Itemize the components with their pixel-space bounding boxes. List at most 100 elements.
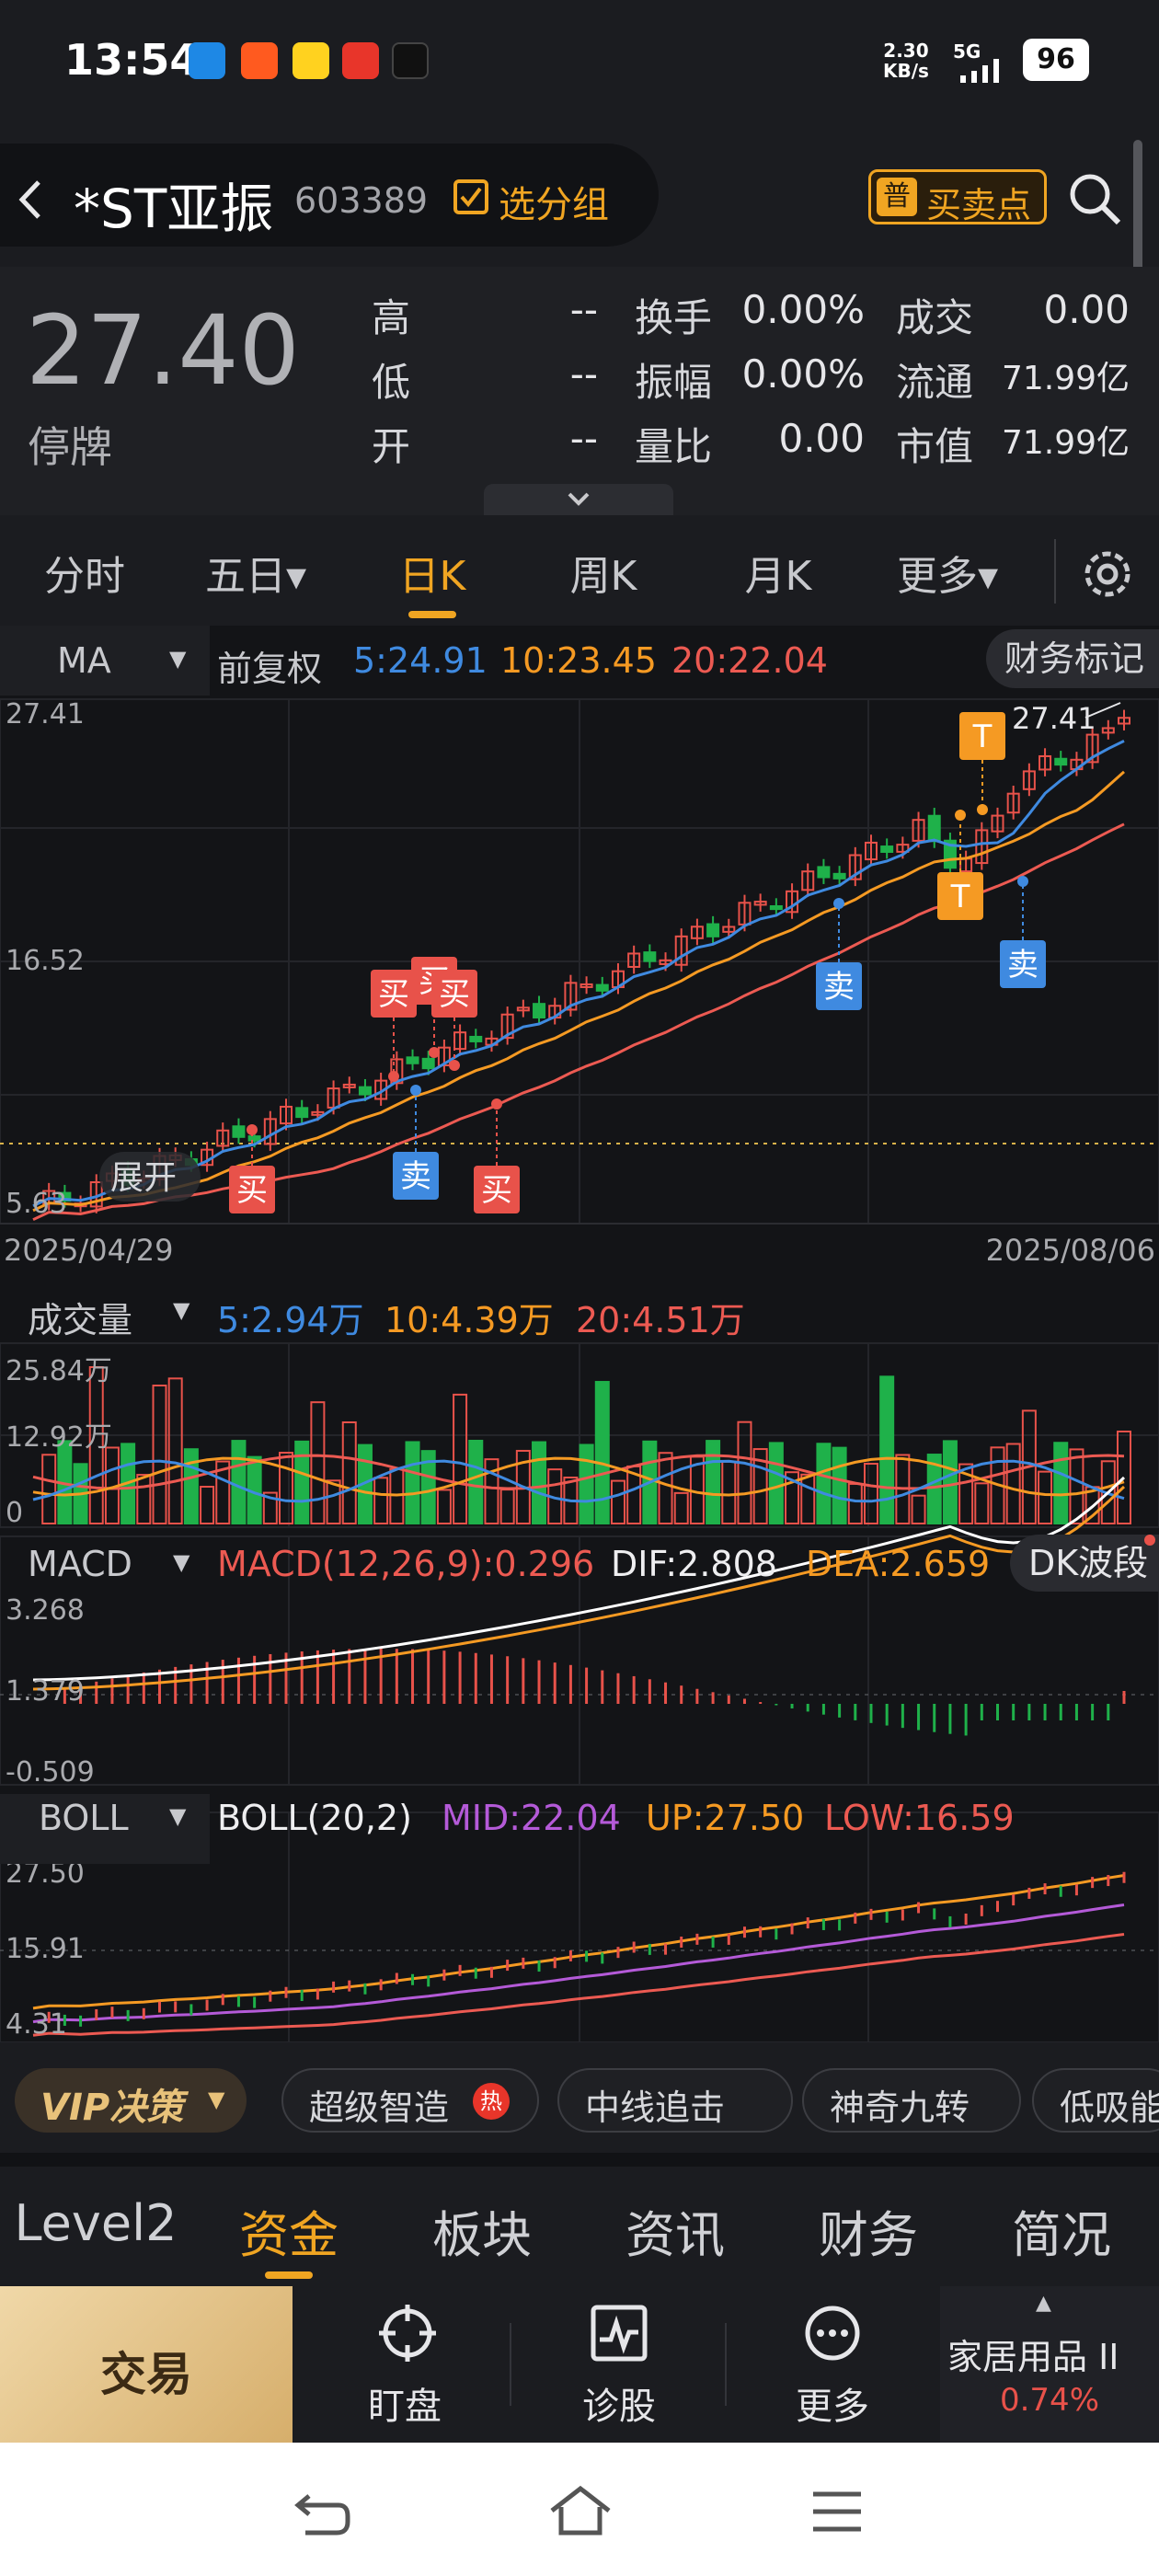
strategy-label: 神奇九转 xyxy=(830,2087,970,2128)
macd-dif: DIF:2.808 xyxy=(611,1544,777,1584)
tab-2[interactable]: 日K xyxy=(350,543,515,602)
candle-body xyxy=(406,1056,419,1064)
volume-bar xyxy=(294,1440,310,1524)
macd-tick: 1.379 xyxy=(6,1675,85,1708)
toutiao-icon xyxy=(342,42,379,79)
back-nav-icon[interactable] xyxy=(293,2490,353,2536)
stock-header: *ST亚振 603389 选分组 普 买卖点 xyxy=(0,129,1159,278)
volume-bar xyxy=(167,1377,183,1524)
stat-value: -- xyxy=(569,287,598,332)
info-tab-1[interactable]: 资金 xyxy=(197,2194,381,2267)
info-tab-5[interactable]: 简况 xyxy=(970,2194,1153,2267)
tab-1[interactable]: 五日▾ xyxy=(173,543,339,602)
candle-body xyxy=(421,1057,435,1070)
volume-bar xyxy=(373,1477,389,1525)
volume-bar xyxy=(499,1489,515,1525)
date-start: 2025/04/29 xyxy=(4,1233,173,1268)
active-tab-indicator xyxy=(265,2271,313,2279)
strategy-pill-3[interactable]: 低吸能手 xyxy=(1032,2068,1159,2133)
diagnose-label: 诊股 xyxy=(582,2386,656,2428)
home-nav-icon[interactable] xyxy=(548,2483,613,2538)
vip-decision-button[interactable]: VIP决策 ▼ xyxy=(15,2068,247,2133)
expand-label: 展开 xyxy=(110,1159,177,1197)
volume-bar xyxy=(847,1482,863,1524)
menu-nav-icon[interactable] xyxy=(811,2489,863,2535)
signal-label: T xyxy=(950,879,970,915)
tab-4[interactable]: 月K xyxy=(695,543,861,602)
net-speed-unit: KB/s xyxy=(883,60,929,82)
more-label: 更多 xyxy=(796,2386,869,2428)
volume-title[interactable]: 成交量 xyxy=(28,1292,132,1342)
crosshair-icon xyxy=(379,2305,436,2362)
buysell-points-button[interactable]: 普 买卖点 xyxy=(868,169,1047,225)
period-tabs: 分时 五日▾ 日K 周K 月K 更多▾ xyxy=(0,515,1159,626)
stock-code: 603389 xyxy=(294,180,429,221)
volume-bar xyxy=(863,1463,878,1525)
buysell-label: 买卖点 xyxy=(926,185,1032,225)
strategy-label: 低吸能手 xyxy=(1060,2087,1159,2128)
strategy-bar: VIP决策 ▼ 超级智造热 中线追击 神奇九转 低吸能手 xyxy=(0,2042,1159,2153)
volume-bar xyxy=(673,1491,689,1525)
quote-panel: 27.40 停牌 高 -- 换手 0.00% 成交 0.00 低 -- 振幅 0.00% 流通 71.… xyxy=(0,267,1159,515)
volume-bar xyxy=(532,1441,547,1525)
sector-name: 家居用品 II xyxy=(947,2337,1119,2377)
volume-bar xyxy=(974,1482,990,1525)
volume-bar xyxy=(1053,1442,1069,1524)
diagnose-button[interactable]: 诊股 xyxy=(524,2286,717,2443)
stat-label: 市值 xyxy=(896,424,974,469)
macd-tick: 3.268 xyxy=(6,1594,85,1627)
divider xyxy=(510,2323,511,2406)
volume-bar xyxy=(231,1440,247,1524)
more-button[interactable]: 更多 xyxy=(736,2286,929,2443)
tab-0[interactable]: 分时 xyxy=(2,543,167,602)
app-notification-icon xyxy=(293,42,329,79)
boll-selector[interactable]: BOLL ▼ xyxy=(0,1794,210,1864)
signal-icon xyxy=(960,59,999,83)
scrollbar[interactable] xyxy=(1133,140,1142,278)
stat-value: 0.00% xyxy=(741,287,865,332)
caret-up-icon: ▲ xyxy=(1036,2292,1051,2315)
sector-button[interactable]: ▲ 家居用品 II 0.74% xyxy=(940,2286,1159,2443)
info-tab-4[interactable]: 财务 xyxy=(776,2194,960,2267)
gear-icon[interactable] xyxy=(1080,546,1135,602)
volume-bar xyxy=(737,1420,752,1525)
strategy-label: 中线追击 xyxy=(585,2087,726,2128)
divider xyxy=(725,2323,727,2406)
dk-band-button[interactable]: DK波段 xyxy=(1010,1535,1159,1592)
chart-area[interactable]: MA ▼ 前复权 5:24.91 10:23.45 20:22.04 财务标记 … xyxy=(0,626,1159,2042)
info-tab-0[interactable]: Level2 xyxy=(4,2194,188,2252)
strategy-pill-2[interactable]: 神奇九转 xyxy=(802,2068,1021,2133)
info-tab-3[interactable]: 资讯 xyxy=(583,2194,767,2267)
status-bar: 13:54 2.30 KB/s 5G 96 xyxy=(0,0,1159,129)
select-group-button[interactable]: 选分组 xyxy=(499,175,609,228)
candle-body xyxy=(295,1107,309,1119)
watch-button[interactable]: 盯盘 xyxy=(313,2286,506,2443)
stat-label: 低 xyxy=(372,360,411,405)
macd-title[interactable]: MACD xyxy=(28,1544,132,1584)
stat-label: 流通 xyxy=(896,360,974,405)
sector-change: 0.74% xyxy=(999,2382,1099,2419)
volume-bar xyxy=(832,1446,847,1524)
price-tick: 5.63 xyxy=(6,1188,67,1220)
back-arrow-icon[interactable] xyxy=(17,178,44,221)
volume-bar xyxy=(436,1489,452,1524)
tab-3[interactable]: 周K xyxy=(521,543,686,602)
net-speed: 2.30 xyxy=(883,40,929,62)
strategy-pill-1[interactable]: 中线追击 xyxy=(557,2068,793,2133)
tab-5[interactable]: 更多▾ xyxy=(865,543,1030,602)
info-tab-2[interactable]: 板块 xyxy=(390,2194,574,2267)
stat-value: 0.00 xyxy=(778,416,865,461)
watch-label: 盯盘 xyxy=(368,2386,442,2428)
candle-body xyxy=(232,1125,246,1138)
volume-bar xyxy=(610,1479,625,1524)
app-notification-icon xyxy=(189,42,225,79)
signal-label: 买 xyxy=(236,1172,268,1209)
volume-bar xyxy=(800,1473,816,1524)
separator xyxy=(0,2153,1159,2167)
expand-quote-button[interactable] xyxy=(484,484,673,515)
strategy-pill-0[interactable]: 超级智造热 xyxy=(281,2068,539,2133)
search-icon[interactable] xyxy=(1067,171,1122,226)
trade-button[interactable]: 交易 xyxy=(0,2286,293,2443)
chevron-down-icon xyxy=(568,492,590,506)
checkbox-icon[interactable] xyxy=(453,178,489,215)
